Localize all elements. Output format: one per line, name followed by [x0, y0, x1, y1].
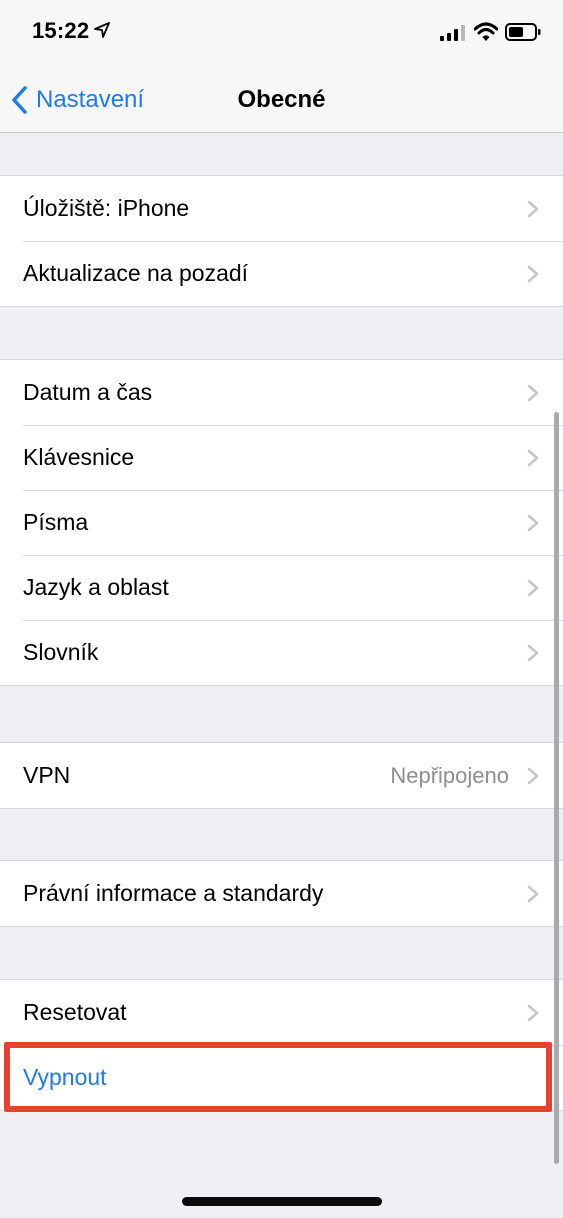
- settings-row-dictionary[interactable]: Slovník: [0, 620, 563, 685]
- row-label: Písma: [23, 509, 89, 535]
- chevron-right-icon: [527, 579, 539, 597]
- settings-group-vpn: VPN Nepřipojeno: [0, 742, 563, 809]
- settings-row-fonts[interactable]: Písma: [0, 490, 563, 555]
- status-bar: 15:22: [0, 0, 563, 68]
- wifi-icon: [474, 22, 498, 41]
- settings-row-legal[interactable]: Právní informace a standardy: [0, 861, 563, 926]
- row-label: Právní informace a standardy: [23, 880, 324, 906]
- chevron-right-icon: [527, 514, 539, 532]
- settings-row-date-time[interactable]: Datum a čas: [0, 360, 563, 425]
- highlight-annotation: [4, 1042, 552, 1112]
- status-time: 15:22: [32, 18, 90, 43]
- page-title: Obecné: [237, 86, 326, 113]
- row-label: Datum a čas: [23, 379, 153, 405]
- chevron-right-icon: [527, 644, 539, 662]
- row-label: Úložiště: iPhone: [23, 195, 190, 221]
- row-label: Slovník: [23, 639, 99, 665]
- settings-row-storage[interactable]: Úložiště: iPhone: [0, 176, 563, 241]
- chevron-right-icon: [527, 384, 539, 402]
- vpn-status-value: Nepřipojeno: [390, 762, 509, 788]
- settings-row-vpn[interactable]: VPN Nepřipojeno: [0, 743, 563, 808]
- chevron-right-icon: [527, 449, 539, 467]
- row-label: VPN: [23, 762, 71, 788]
- settings-group-legal: Právní informace a standardy: [0, 860, 563, 927]
- chevron-right-icon: [527, 767, 539, 785]
- chevron-right-icon: [527, 885, 539, 903]
- row-label: Resetovat: [23, 999, 127, 1025]
- settings-group-locale: Datum a čas Klávesnice Písma Jazyk a obl…: [0, 359, 563, 686]
- chevron-right-icon: [527, 265, 539, 283]
- settings-row-reset[interactable]: Resetovat: [0, 980, 563, 1045]
- chevron-right-icon: [527, 1004, 539, 1022]
- settings-row-background-refresh[interactable]: Aktualizace na pozadí: [0, 241, 563, 306]
- settings-row-language-region[interactable]: Jazyk a oblast: [0, 555, 563, 620]
- row-label: Klávesnice: [23, 444, 135, 470]
- cellular-signal-icon: [440, 25, 465, 41]
- settings-group-storage: Úložiště: iPhone Aktualizace na pozadí: [0, 175, 563, 307]
- navigation-bar: Nastavení Obecné: [0, 68, 563, 133]
- row-label: Aktualizace na pozadí: [23, 260, 249, 286]
- settings-row-keyboard[interactable]: Klávesnice: [0, 425, 563, 490]
- chevron-right-icon: [527, 200, 539, 218]
- home-indicator[interactable]: [182, 1197, 382, 1206]
- battery-icon: [505, 23, 541, 41]
- row-label: Jazyk a oblast: [23, 574, 169, 600]
- scrollbar[interactable]: [554, 412, 559, 1164]
- location-arrow-icon: [94, 22, 110, 38]
